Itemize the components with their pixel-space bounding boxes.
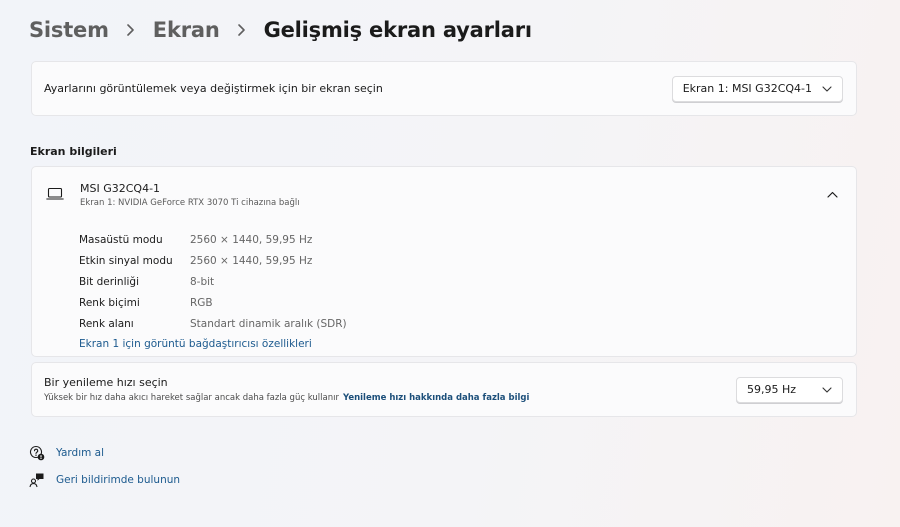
info-value: RGB bbox=[190, 296, 213, 309]
refresh-rate-desc-text: Yüksek bir hız daha akıcı hareket sağlar… bbox=[44, 393, 339, 403]
breadcrumb-ekran[interactable]: Ekran bbox=[153, 18, 220, 42]
display-select-value: Ekran 1: MSI G32CQ4-1 bbox=[682, 82, 812, 95]
refresh-rate-value: 59,95 Hz bbox=[747, 383, 797, 396]
refresh-rate-learn-more-link[interactable]: Yenileme hızı hakkında daha fazla bilgi bbox=[343, 393, 529, 403]
page-title: Gelişmiş ekran ayarları bbox=[263, 18, 533, 42]
info-row-active-signal: Etkin sinyal modu 2560 × 1440, 59,95 Hz bbox=[79, 251, 856, 272]
info-key: Bit derinliği bbox=[79, 275, 140, 288]
refresh-rate-card: Bir yenileme hızı seçin Yüksek bir hız d… bbox=[31, 362, 857, 417]
feedback-link[interactable]: Geri bildirimde bulunun bbox=[29, 472, 180, 488]
info-value: 8-bit bbox=[190, 275, 215, 288]
info-row-color-space: Renk alanı Standart dinamik aralık (SDR) bbox=[79, 313, 856, 334]
display-info-header[interactable]: MSI G32CQ4-1 Ekran 1: NVIDIA GeForce RTX… bbox=[31, 166, 857, 223]
monitor-connection: Ekran 1: NVIDIA GeForce RTX 3070 Ti ciha… bbox=[80, 197, 300, 208]
info-key: Renk alanı bbox=[79, 317, 134, 330]
chevron-down-icon bbox=[822, 85, 832, 92]
info-key: Etkin sinyal modu bbox=[79, 255, 173, 268]
feedback-link-label: Geri bildirimde bulunun bbox=[56, 474, 181, 486]
help-link-label: Yardım al bbox=[56, 447, 105, 459]
help-link[interactable]: Yardım al bbox=[29, 445, 104, 461]
laptop-icon bbox=[46, 186, 64, 200]
display-info-header-text: MSI G32CQ4-1 Ekran 1: NVIDIA GeForce RTX… bbox=[80, 182, 824, 208]
info-row-desktop-mode: Masaüstü modu 2560 × 1440, 59,95 Hz bbox=[79, 230, 856, 251]
breadcrumb-sistem[interactable]: Sistem bbox=[29, 18, 109, 42]
display-select-dropdown[interactable]: Ekran 1: MSI G32CQ4-1 bbox=[671, 75, 843, 102]
section-title-display-info: Ekran bilgileri bbox=[30, 145, 117, 158]
refresh-rate-title: Bir yenileme hızı seçin bbox=[44, 376, 168, 389]
info-row-color-format: Renk biçimi RGB bbox=[79, 292, 856, 313]
info-value: 2560 × 1440, 59,95 Hz bbox=[190, 234, 313, 247]
chevron-right-icon bbox=[231, 14, 253, 46]
info-key: Masaüstü modu bbox=[79, 234, 163, 247]
display-select-label: Ayarlarını görüntülemek veya değiştirmek… bbox=[44, 82, 383, 95]
refresh-rate-dropdown[interactable]: 59,95 Hz bbox=[736, 376, 843, 403]
adapter-properties-link[interactable]: Ekran 1 için görüntü bağdaştırıcısı özel… bbox=[79, 338, 312, 350]
feedback-icon bbox=[29, 472, 45, 488]
info-value: Standart dinamik aralık (SDR) bbox=[190, 317, 347, 330]
display-info-body: Masaüstü modu 2560 × 1440, 59,95 Hz Etki… bbox=[31, 222, 857, 357]
help-icon bbox=[29, 445, 45, 461]
refresh-rate-text: Bir yenileme hızı seçin Yüksek bir hız d… bbox=[44, 376, 529, 403]
refresh-rate-description: Yüksek bir hız daha akıcı hareket sağlar… bbox=[44, 393, 529, 403]
info-value: 2560 × 1440, 59,95 Hz bbox=[190, 255, 313, 268]
info-key: Renk biçimi bbox=[79, 296, 140, 309]
chevron-right-icon bbox=[120, 14, 142, 46]
chevron-up-icon[interactable] bbox=[824, 187, 840, 203]
breadcrumb: Sistem Ekran Gelişmiş ekran ayarları bbox=[29, 14, 532, 46]
info-row-bit-depth: Bit derinliği 8-bit bbox=[79, 272, 856, 293]
chevron-down-icon bbox=[822, 386, 832, 393]
display-select-card: Ayarlarını görüntülemek veya değiştirmek… bbox=[31, 61, 857, 116]
monitor-name: MSI G32CQ4-1 bbox=[80, 181, 161, 195]
